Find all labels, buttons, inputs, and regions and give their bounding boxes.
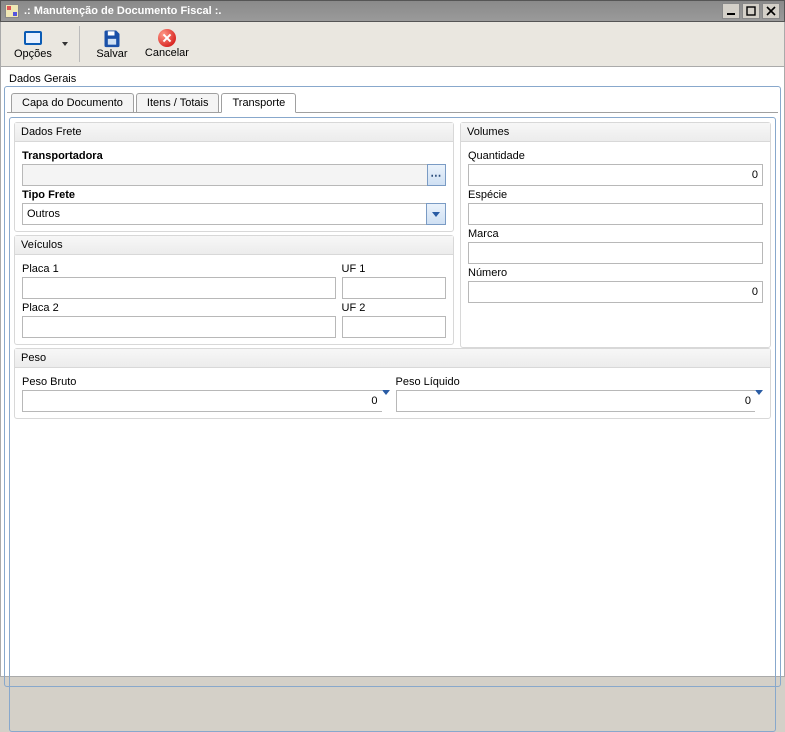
dados-frete-title: Dados Frete — [15, 123, 453, 142]
placa2-input[interactable] — [22, 316, 336, 338]
numero-label: Número — [468, 267, 763, 279]
dados-gerais-title: Dados Gerais — [5, 71, 80, 91]
minimize-button[interactable] — [722, 3, 740, 19]
save-icon — [102, 28, 122, 48]
numero-input[interactable] — [468, 281, 763, 303]
peso-liquido-label: Peso Líquido — [396, 376, 764, 388]
peso-liquido-input[interactable] — [396, 390, 756, 412]
uf2-label: UF 2 — [342, 302, 447, 314]
especie-label: Espécie — [468, 189, 763, 201]
marca-input[interactable] — [468, 242, 763, 264]
cancel-label: Cancelar — [145, 47, 189, 59]
tipo-frete-select[interactable] — [22, 203, 446, 225]
especie-input[interactable] — [468, 203, 763, 225]
save-label: Salvar — [96, 48, 127, 60]
placa1-label: Placa 1 — [22, 263, 336, 275]
quantidade-label: Quantidade — [468, 150, 763, 162]
uf1-input[interactable] — [342, 277, 447, 299]
chevron-down-icon — [62, 42, 68, 46]
options-dropdown-caret[interactable] — [59, 24, 71, 64]
dados-gerais-group: Dados Gerais Capa do Documento Itens / T… — [4, 86, 781, 687]
peso-title: Peso — [15, 349, 770, 368]
transportadora-input[interactable] — [22, 164, 427, 186]
chevron-down-icon — [382, 390, 390, 395]
maximize-button[interactable] — [742, 3, 760, 19]
chevron-down-icon — [755, 390, 763, 395]
window-title: .: Manutenção de Documento Fiscal :. — [24, 5, 722, 17]
ellipsis-icon: ⋯ — [430, 169, 442, 182]
options-button[interactable]: Opções — [7, 25, 59, 63]
veiculos-group: Veículos Placa 1 UF 1 — [14, 235, 454, 345]
peso-bruto-input[interactable] — [22, 390, 382, 412]
toolbar: Opções Salvar Cancelar — [0, 22, 785, 67]
uf2-input[interactable] — [342, 316, 447, 338]
placa1-input[interactable] — [22, 277, 336, 299]
marca-label: Marca — [468, 228, 763, 240]
volumes-group: Volumes Quantidade Espécie Marca Número — [460, 122, 771, 348]
peso-liquido-dropdown-button[interactable] — [755, 390, 763, 412]
tipo-frete-dropdown-button[interactable] — [426, 203, 446, 225]
chevron-down-icon — [432, 212, 440, 217]
content-area: Dados Gerais Capa do Documento Itens / T… — [0, 67, 785, 677]
peso-bruto-label: Peso Bruto — [22, 376, 390, 388]
peso-bruto-dropdown-button[interactable] — [382, 390, 390, 412]
save-button[interactable]: Salvar — [88, 25, 136, 63]
dados-frete-group: Dados Frete Transportadora ⋯ Tipo Frete — [14, 122, 454, 232]
volumes-title: Volumes — [461, 123, 770, 142]
titlebar[interactable]: .: Manutenção de Documento Fiscal :. — [0, 0, 785, 22]
tipo-frete-label: Tipo Frete — [22, 189, 446, 201]
cancel-button[interactable]: Cancelar — [138, 26, 196, 62]
veiculos-title: Veículos — [15, 236, 453, 255]
tab-capa-documento[interactable]: Capa do Documento — [11, 93, 134, 112]
tab-transporte[interactable]: Transporte — [221, 93, 296, 113]
placa2-label: Placa 2 — [22, 302, 336, 314]
tab-pane-transporte: Dados Frete Transportadora ⋯ Tipo Frete — [9, 117, 776, 732]
options-icon — [23, 28, 43, 48]
cancel-icon — [158, 29, 176, 47]
peso-group: Peso Peso Bruto — [14, 348, 771, 419]
close-button[interactable] — [762, 3, 780, 19]
uf1-label: UF 1 — [342, 263, 447, 275]
transportadora-label: Transportadora — [22, 150, 446, 162]
quantidade-input[interactable] — [468, 164, 763, 186]
transportadora-lookup-button[interactable]: ⋯ — [427, 164, 446, 186]
tabstrip: Capa do Documento Itens / Totais Transpo… — [7, 89, 778, 113]
options-label: Opções — [14, 48, 52, 60]
app-icon — [5, 4, 19, 18]
toolbar-separator — [79, 26, 80, 62]
tab-itens-totais[interactable]: Itens / Totais — [136, 93, 220, 112]
